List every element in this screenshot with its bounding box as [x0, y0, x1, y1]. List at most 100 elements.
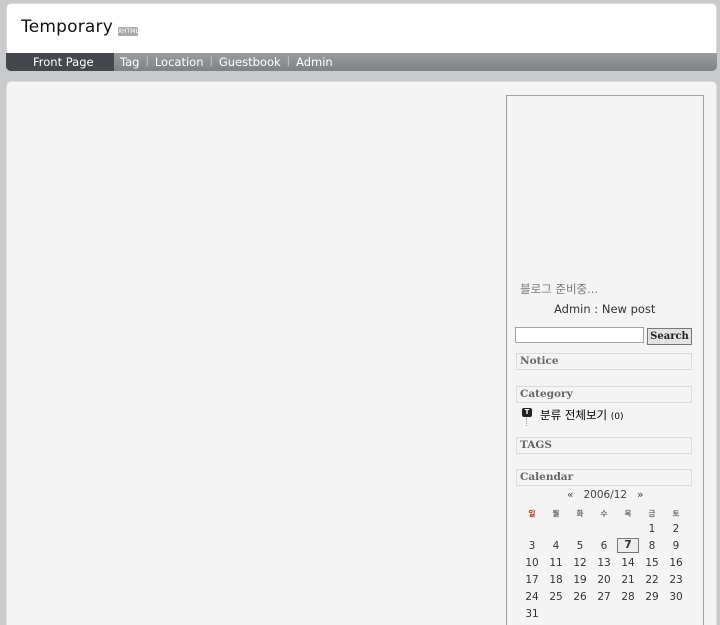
category-all-link[interactable]: 분류 전체보기 (0)	[540, 407, 624, 423]
calendar-empty-cell	[616, 605, 640, 622]
calendar-day-number[interactable]: 29	[645, 591, 658, 603]
calendar-next-month[interactable]: »	[637, 489, 643, 501]
calendar-day-number[interactable]: 26	[573, 591, 586, 603]
calendar-day-number[interactable]: 13	[597, 557, 610, 569]
calendar-week-row: 12	[520, 520, 688, 537]
calendar-empty-cell	[592, 605, 616, 622]
calendar-day-number[interactable]: 14	[621, 557, 634, 569]
calendar-day-number[interactable]: 30	[669, 591, 682, 603]
nav-tag[interactable]: Tag	[120, 53, 139, 71]
notice-section-title: Notice	[516, 353, 692, 370]
calendar-day[interactable]: 1	[640, 520, 664, 537]
calendar-day-number[interactable]: 22	[645, 574, 658, 586]
calendar-day[interactable]: 3	[520, 537, 544, 554]
calendar-day-number[interactable]: 1	[649, 523, 656, 535]
calendar-day[interactable]: 21	[616, 571, 640, 588]
calendar-day[interactable]: 15	[640, 554, 664, 571]
calendar-day[interactable]: 8	[640, 537, 664, 554]
calendar-day-number[interactable]: 20	[597, 574, 610, 586]
calendar-day-number[interactable]: 4	[553, 540, 560, 552]
admin-new-post-link[interactable]: Admin : New post	[554, 302, 655, 316]
calendar-day[interactable]: 25	[544, 588, 568, 605]
category-count: (0)	[610, 412, 624, 422]
calendar-grid: 일 월 화 수 목 금 토 1 2 3 4 5 6 7 8 9 10 11 12 13 14 15 16 17 1…	[520, 506, 688, 622]
calendar-day[interactable]: 27	[592, 588, 616, 605]
calendar-week-row: 10 11 12 13 14 15 16	[520, 554, 688, 571]
calendar-day[interactable]: 28	[616, 588, 640, 605]
calendar-day[interactable]: 12	[568, 554, 592, 571]
calendar-day-number[interactable]: 24	[525, 591, 538, 603]
calendar-day-number[interactable]: 15	[645, 557, 658, 569]
calendar-empty-cell	[640, 605, 664, 622]
calendar-day[interactable]: 4	[544, 537, 568, 554]
calendar-day[interactable]: 23	[664, 571, 688, 588]
calendar-day-number[interactable]: 8	[649, 540, 656, 552]
weekday-wed: 수	[600, 508, 608, 518]
calendar-day-number[interactable]: 19	[573, 574, 586, 586]
calendar-day[interactable]: 24	[520, 588, 544, 605]
calendar-day[interactable]: 18	[544, 571, 568, 588]
calendar-day-number[interactable]: 11	[549, 557, 562, 569]
nav-guestbook[interactable]: Guestbook	[219, 53, 281, 71]
calendar-day-number[interactable]: 21	[621, 574, 634, 586]
calendar-day-number[interactable]: 23	[669, 574, 682, 586]
blog-notice-text: 블로그 준비중...	[520, 282, 599, 296]
calendar-day[interactable]: 14	[616, 554, 640, 571]
calendar-day[interactable]: 13	[592, 554, 616, 571]
calendar-day-number[interactable]: 28	[621, 591, 634, 603]
calendar-week-row: 3 4 5 678 9	[520, 537, 688, 554]
search-input[interactable]	[515, 327, 644, 343]
calendar-day-number[interactable]: 7	[617, 538, 639, 553]
tree-line	[526, 418, 527, 426]
calendar-day[interactable]: 17	[520, 571, 544, 588]
site-title[interactable]: Temporary	[21, 17, 113, 37]
calendar-day-number[interactable]: 27	[597, 591, 610, 603]
xhtml-badge[interactable]: XHTML	[118, 27, 139, 36]
weekday-mon: 월	[552, 508, 560, 518]
calendar-day-number[interactable]: 17	[525, 574, 538, 586]
calendar-day[interactable]: 20	[592, 571, 616, 588]
calendar-day-number[interactable]: 3	[529, 540, 536, 552]
nav-front-page[interactable]: Front Page	[6, 53, 114, 71]
calendar-day[interactable]: 9	[664, 537, 688, 554]
weekday-fri: 금	[648, 508, 656, 518]
calendar-day[interactable]: 31	[520, 605, 544, 622]
nav-admin[interactable]: Admin	[296, 53, 333, 71]
calendar-day[interactable]: 10	[520, 554, 544, 571]
calendar-day-number[interactable]: 16	[669, 557, 682, 569]
calendar-day[interactable]: 11	[544, 554, 568, 571]
calendar-day[interactable]: 5	[568, 537, 592, 554]
calendar-day-number[interactable]: 2	[673, 523, 680, 535]
nav-location[interactable]: Location	[155, 53, 204, 71]
calendar-day-number[interactable]: 18	[549, 574, 562, 586]
weekday-sat: 토	[672, 508, 680, 518]
calendar-empty-cell	[544, 605, 568, 622]
search-button[interactable]: Search	[647, 328, 692, 345]
calendar-day[interactable]: 2	[664, 520, 688, 537]
calendar-day-number[interactable]: 10	[525, 557, 538, 569]
calendar-day-number[interactable]: 25	[549, 591, 562, 603]
calendar-empty-cell	[520, 520, 544, 537]
calendar-day-number[interactable]: 12	[573, 557, 586, 569]
calendar-empty-cell	[568, 520, 592, 537]
calendar-day-number[interactable]: 5	[577, 540, 584, 552]
category-section-title: Category	[516, 386, 692, 403]
category-all-label[interactable]: 분류 전체보기	[540, 408, 607, 422]
calendar-day[interactable]: 22	[640, 571, 664, 588]
calendar-prev-month[interactable]: «	[567, 489, 573, 501]
calendar-day[interactable]: 30	[664, 588, 688, 605]
calendar-day[interactable]: 6	[592, 537, 616, 554]
calendar-day-number[interactable]: 31	[525, 608, 538, 620]
weekday-tue: 화	[576, 508, 584, 518]
calendar-day-number[interactable]: 9	[673, 540, 680, 552]
calendar-day[interactable]: 29	[640, 588, 664, 605]
calendar-day[interactable]: 19	[568, 571, 592, 588]
calendar-empty-cell	[568, 605, 592, 622]
calendar-day[interactable]: 7	[616, 537, 640, 554]
calendar-days: 1 2 3 4 5 6 7 8 9 10 11 12 13 14 15 16 17 18 19 20 21 22 23 24 2…	[520, 520, 688, 622]
calendar-day-number[interactable]: 6	[601, 540, 608, 552]
calendar-empty-cell	[664, 605, 688, 622]
calendar-navigation: « 2006/12 »	[567, 489, 644, 501]
calendar-day[interactable]: 26	[568, 588, 592, 605]
calendar-day[interactable]: 16	[664, 554, 688, 571]
